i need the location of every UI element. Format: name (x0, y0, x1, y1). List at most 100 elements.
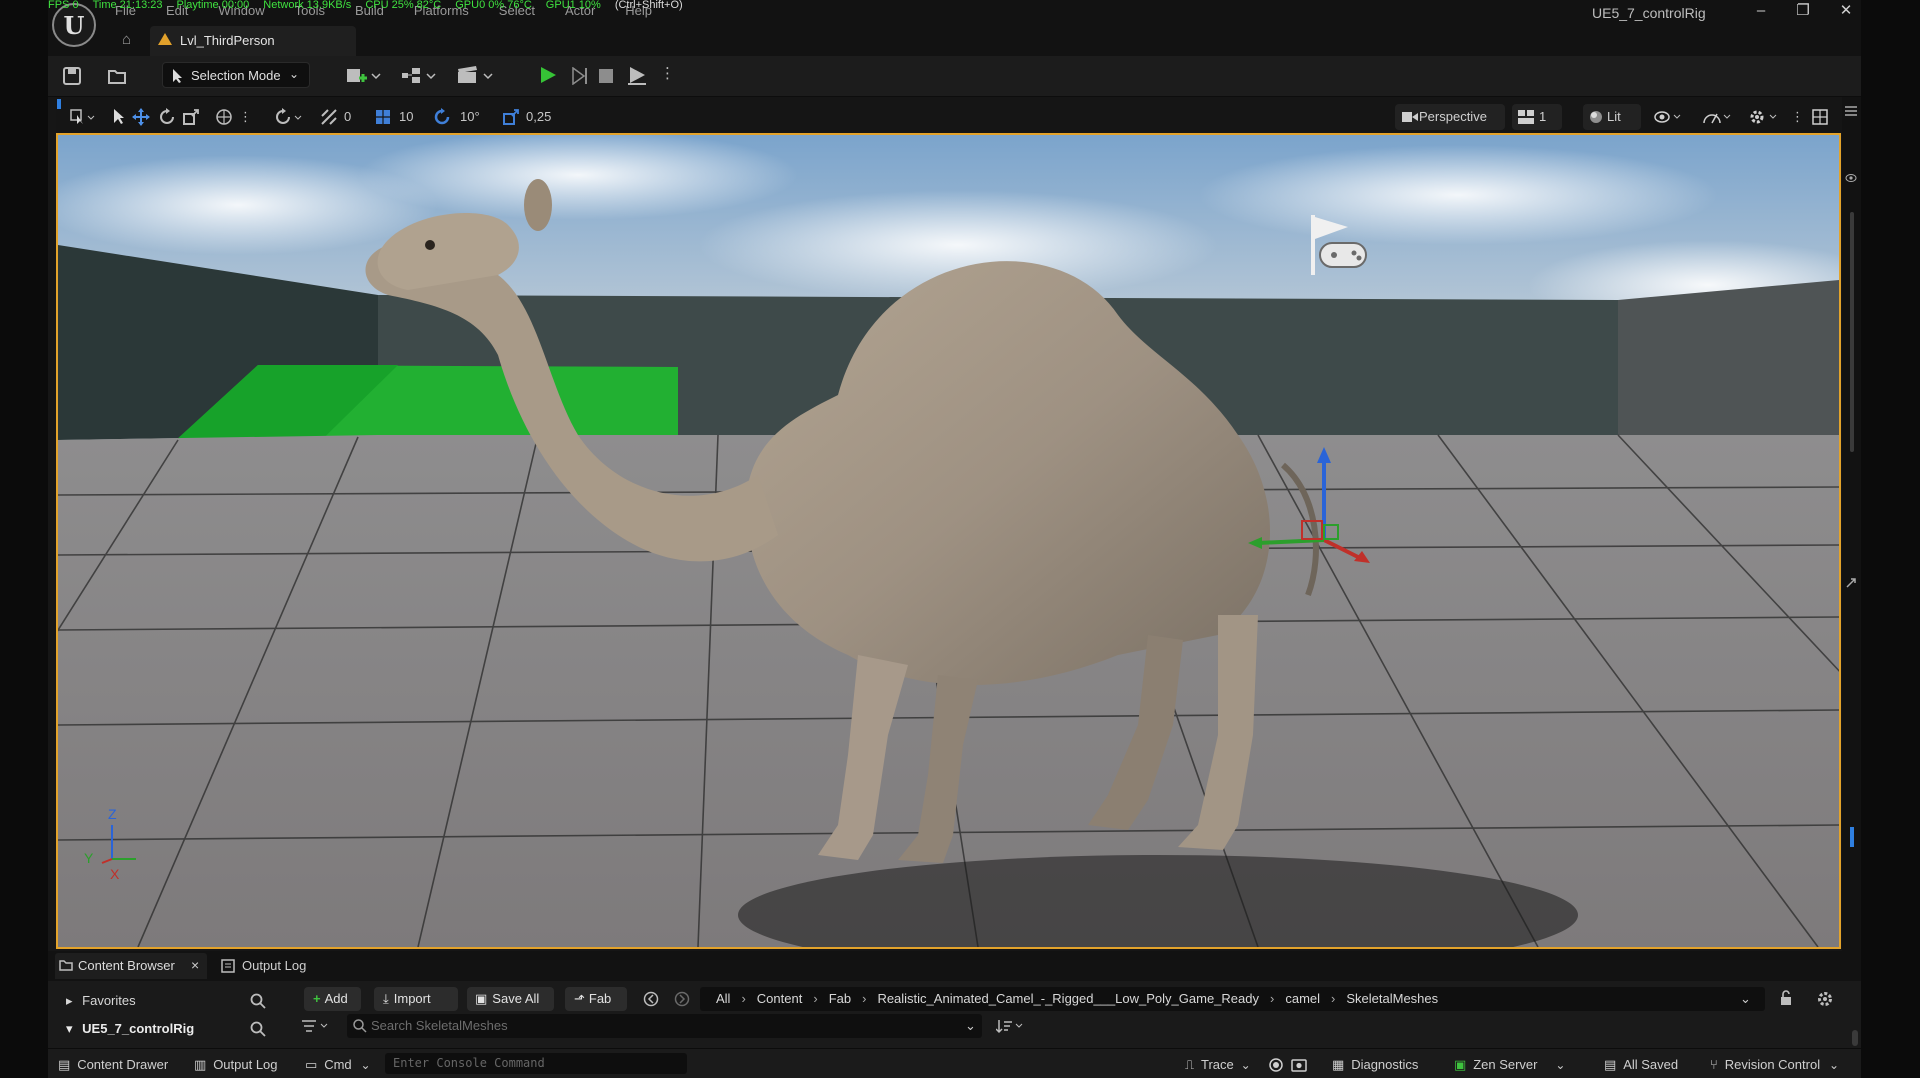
output-log-status-label: Output Log (213, 1057, 278, 1072)
project-label: UE5_7_controlRig (82, 1021, 195, 1036)
import-icon: ⤓ (383, 991, 389, 1006)
terminal-icon: ▭ (305, 1057, 318, 1072)
sort-icon[interactable] (996, 1018, 1028, 1034)
filter-icon[interactable] (301, 1018, 333, 1034)
rotation-snap-value[interactable]: 10° (460, 109, 480, 124)
transform-tools-icon[interactable] (70, 108, 98, 126)
scale-snap-value[interactable]: 0,25 (526, 109, 551, 124)
cinematics-button[interactable] (456, 64, 496, 90)
view-mode-label: Lit (1607, 109, 1621, 124)
level-viewport[interactable]: Z Y X (56, 133, 1841, 949)
asset-search-input[interactable]: Search SkeletalMeshes ⌄ (347, 1014, 982, 1038)
fab-button[interactable]: ⬏ Fab (565, 987, 627, 1011)
chevron-right-icon: › (741, 991, 746, 1006)
breadcrumb-skeletalmeshes[interactable]: SkeletalMeshes (1346, 991, 1438, 1006)
history-back-icon[interactable] (643, 991, 659, 1007)
panel-scrollbar[interactable] (1852, 1030, 1858, 1046)
menu-lines-icon[interactable] (1845, 105, 1857, 117)
history-forward-icon[interactable] (674, 991, 690, 1007)
save-icon[interactable] (63, 67, 81, 85)
stat-fps: FPS 0 (48, 0, 79, 11)
world-local-icon[interactable] (215, 108, 233, 126)
add-button[interactable]: + Add (304, 987, 361, 1011)
close-tab-button[interactable]: × (191, 957, 199, 973)
content-folder-icon[interactable] (107, 67, 127, 85)
scene-render[interactable]: Z Y X (58, 135, 1839, 947)
record-icon[interactable] (1268, 1057, 1284, 1073)
translate-snap-value[interactable]: 0 (344, 109, 351, 124)
home-icon[interactable]: ⌂ (122, 31, 131, 48)
project-row[interactable]: ▾ UE5_7_controlRig (66, 1021, 194, 1037)
grid-snap-icon[interactable] (374, 108, 392, 126)
axis-x-label: X (110, 866, 120, 882)
zen-server-label: Zen Server (1473, 1057, 1538, 1072)
translate-snap-icon[interactable] (320, 108, 338, 126)
eject-icon[interactable] (627, 66, 649, 86)
content-drawer-button[interactable]: ▤ Content Drawer (58, 1056, 168, 1074)
stop-icon[interactable] (598, 68, 614, 84)
eye-icon[interactable] (1845, 172, 1857, 184)
zen-server-dropdown[interactable]: ▣ Zen Server ⌄ (1454, 1056, 1565, 1074)
lock-icon[interactable] (1779, 990, 1795, 1006)
move-icon[interactable] (132, 108, 150, 126)
console-command-input[interactable]: Enter Console Command (385, 1053, 687, 1074)
chevron-down-icon: ⌄ (1240, 1058, 1251, 1072)
stat-gpu0: GPU0 0% 76°C (455, 0, 532, 11)
search-dropdown-icon[interactable]: ⌄ (965, 1014, 976, 1038)
blueprint-button[interactable] (400, 64, 440, 90)
breadcrumb-fab[interactable]: Fab (829, 991, 851, 1006)
add-button-label: Add (324, 991, 348, 1006)
breadcrumb-all[interactable]: All (716, 991, 730, 1006)
breadcrumb-content[interactable]: Content (757, 991, 803, 1006)
breadcrumb-camel-pack[interactable]: Realistic_Animated_Camel_-_Rigged___Low_… (877, 991, 1259, 1006)
scale-icon[interactable] (182, 108, 200, 126)
rotate-icon[interactable] (158, 108, 176, 126)
perspective-dropdown[interactable]: Perspective (1395, 104, 1505, 130)
restore-button[interactable]: ❐ (1783, 0, 1823, 22)
viewport-settings-icon[interactable] (1748, 108, 1782, 126)
search-icon[interactable] (250, 1021, 266, 1037)
scale-snap-icon[interactable] (502, 108, 520, 126)
screenshot-icon[interactable] (1291, 1057, 1307, 1073)
tab-level[interactable]: Lvl_ThirdPerson (150, 26, 356, 56)
surface-snap-icon[interactable] (275, 108, 305, 126)
favorites-row[interactable]: ▸ Favorites (66, 993, 136, 1009)
revision-control-dropdown[interactable]: ⑂ Revision Control ⌄ (1710, 1056, 1839, 1074)
save-all-button[interactable]: ▣ Save All (467, 987, 554, 1011)
tab-content-browser[interactable]: Content Browser × (55, 953, 207, 979)
settings-gear-icon[interactable] (1816, 990, 1834, 1008)
performance-icon[interactable] (1702, 109, 1734, 125)
viewport-more-icon[interactable]: ⋮ (1791, 109, 1804, 125)
show-flags-icon[interactable] (1654, 109, 1686, 125)
trace-dropdown[interactable]: ⎍ Trace ⌄ (1185, 1056, 1251, 1074)
all-saved-status[interactable]: ▤ All Saved (1604, 1056, 1678, 1074)
pin-icon[interactable] (1845, 577, 1857, 589)
tab-output-log[interactable]: Output Log (220, 953, 320, 979)
close-button[interactable]: ✕ (1826, 0, 1866, 22)
minimize-button[interactable]: – (1741, 0, 1781, 22)
cmd-dropdown[interactable]: ▭ Cmd ⌄ (305, 1056, 371, 1074)
breadcrumb-camel[interactable]: camel (1285, 991, 1320, 1006)
diagnostics-button[interactable]: ▦ Diagnostics (1332, 1056, 1418, 1074)
details-side-strip (1842, 97, 1861, 1049)
favorites-label: Favorites (82, 993, 136, 1008)
select-cursor-icon[interactable] (112, 108, 126, 126)
more-transform-icon[interactable]: ⋮ (239, 109, 252, 125)
path-dropdown-icon[interactable]: ⌄ (1740, 987, 1751, 1011)
rotation-snap-icon[interactable] (434, 108, 452, 126)
search-icon[interactable] (250, 993, 266, 1009)
selection-mode-dropdown[interactable]: Selection Mode ⌄ (162, 62, 310, 88)
grid-snap-value[interactable]: 10 (399, 109, 413, 124)
import-button[interactable]: ⤓ Import (374, 987, 458, 1011)
view-mode-dropdown[interactable]: Lit (1583, 104, 1641, 130)
add-actor-icon (347, 69, 381, 82)
output-log-button[interactable]: ▥ Output Log (194, 1056, 278, 1074)
viewport-layout-dropdown[interactable]: 1 (1512, 104, 1562, 130)
play-icon[interactable] (541, 67, 556, 83)
add-actor-button[interactable] (345, 64, 383, 90)
more-options-icon[interactable]: ⋮ (660, 64, 675, 82)
advance-frame-icon[interactable] (570, 67, 588, 85)
maximize-viewport-icon[interactable] (1812, 109, 1828, 125)
scrollbar-thumb[interactable] (1850, 212, 1854, 452)
axis-y-label: Y (84, 850, 94, 866)
